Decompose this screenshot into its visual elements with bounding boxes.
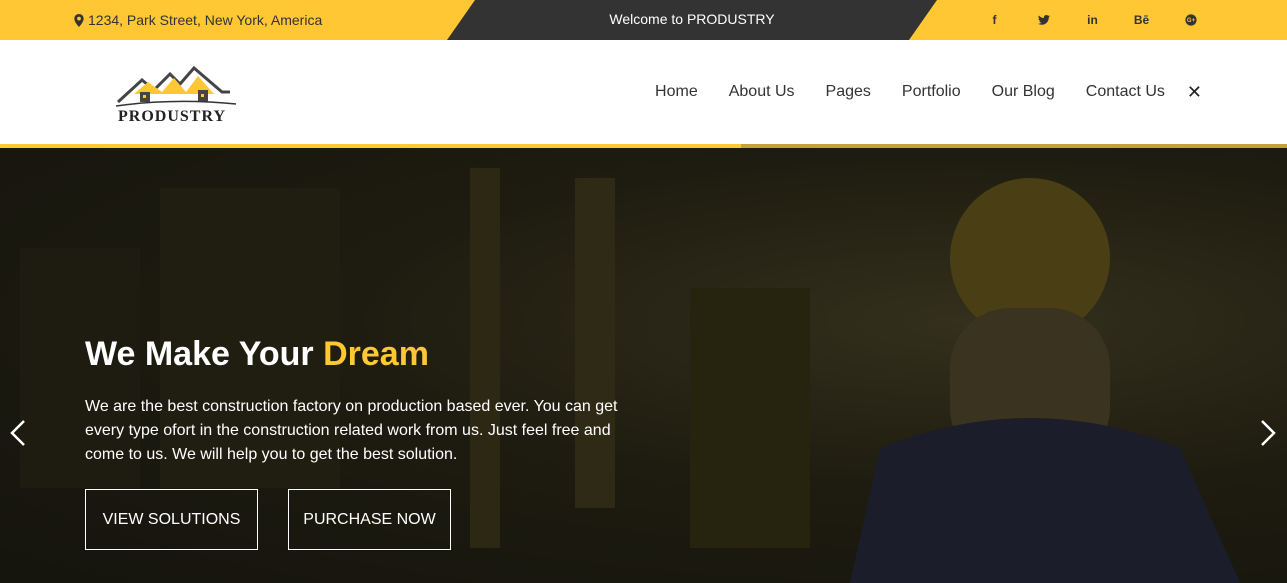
hero-title-accent: Dream [323,335,429,373]
hero-title: We Make Your Dream [85,335,429,374]
nav-pages[interactable]: Pages [826,83,871,101]
main-header: PRODUSTRY Home About Us Pages Portfolio … [0,40,1287,144]
welcome-text: Welcome to PRODUSTRY [609,11,775,27]
facebook-icon[interactable]: f [970,0,1019,40]
nav-contact-us[interactable]: Contact Us [1086,83,1165,101]
svg-text:G+: G+ [1186,18,1195,24]
hero-slider: We Make Your Dream We are the best const… [0,148,1287,583]
linkedin-icon[interactable]: in [1068,0,1117,40]
chevron-left-icon[interactable] [8,418,28,448]
map-marker-icon [74,13,84,27]
behance-icon[interactable]: Bē [1117,0,1166,40]
nav-portfolio[interactable]: Portfolio [902,83,961,101]
google-plus-icon[interactable]: G+ [1166,0,1215,40]
address-text: 1234, Park Street, New York, America [88,12,323,28]
nav-home[interactable]: Home [655,83,698,101]
close-icon[interactable]: ✕ [1187,82,1202,103]
purchase-now-button[interactable]: PURCHASE NOW [288,489,451,550]
twitter-icon[interactable] [1019,0,1068,40]
nav-about-us[interactable]: About Us [729,83,795,101]
nav-our-blog[interactable]: Our Blog [992,83,1055,101]
hero-title-main: We Make Your [85,335,324,373]
hero-description: We are the best construction factory on … [85,398,618,463]
chevron-right-icon[interactable] [1258,418,1278,448]
social-links: f in Bē G+ [970,0,1215,40]
view-solutions-button[interactable]: VIEW SOLUTIONS [85,489,258,550]
address: 1234, Park Street, New York, America [74,0,322,40]
logo-text: PRODUSTRY [118,108,226,125]
top-bar: 1234, Park Street, New York, America Wel… [0,0,1287,40]
main-nav: Home About Us Pages Portfolio Our Blog C… [624,40,1202,144]
